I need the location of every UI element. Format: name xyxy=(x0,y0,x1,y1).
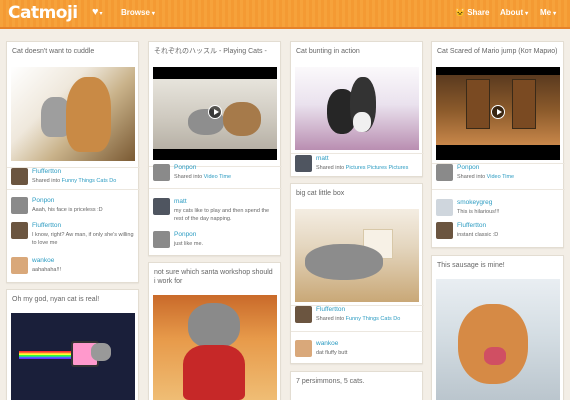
post-image[interactable] xyxy=(436,279,560,400)
chevron-down-icon: ▾ xyxy=(525,11,529,17)
divider xyxy=(432,189,565,190)
video-thumbnail[interactable] xyxy=(436,67,560,160)
shared-into: Shared into Funny Things Cats Do xyxy=(316,316,401,322)
post-image[interactable] xyxy=(295,209,419,302)
username[interactable]: Fluffertton xyxy=(32,222,61,229)
shared-into: Shared into Pictures Pictures Pictures xyxy=(316,165,409,171)
chevron-down-icon: ▾ xyxy=(151,11,155,17)
avatar[interactable] xyxy=(11,197,28,214)
username[interactable]: Ponpon xyxy=(174,231,196,238)
username[interactable]: Ponpon xyxy=(32,197,54,204)
comment-text: aahahaha!!! xyxy=(32,267,62,273)
post-card[interactable]: Cat Scared of Mario jump (Кот Марио) Pon… xyxy=(431,41,565,248)
browse-menu[interactable]: Browse ▾ xyxy=(121,8,155,17)
post-image[interactable] xyxy=(11,313,135,400)
collection-link[interactable]: Video Time xyxy=(487,174,514,180)
post-card[interactable]: not sure which santa workshop should i w… xyxy=(148,262,281,400)
chevron-down-icon: ▾ xyxy=(99,11,103,17)
shared-into: Shared into Video Time xyxy=(457,174,515,180)
chevron-down-icon: ▾ xyxy=(553,11,557,17)
comment-text: This is hilarious!!! xyxy=(457,209,500,215)
post-image[interactable] xyxy=(295,67,419,150)
top-bar: Catmoji ♥▾ Browse ▾ 🐱 Share About ▾ Me ▾ xyxy=(0,0,570,29)
play-icon[interactable] xyxy=(208,105,222,119)
avatar[interactable] xyxy=(11,257,28,274)
comment-text: my cats like to play and then spend the … xyxy=(174,208,270,222)
browse-label: Browse xyxy=(121,8,150,17)
post-card[interactable]: 7 persimmons, 5 cats. xyxy=(290,371,423,400)
share-button[interactable]: 🐱 Share xyxy=(455,8,489,17)
share-label: Share xyxy=(467,8,490,17)
post-card[interactable]: Cat bunting in action matt Shared into P… xyxy=(290,41,424,177)
avatar[interactable] xyxy=(153,198,170,215)
post-title[interactable]: big cat little box xyxy=(291,184,422,198)
post-title[interactable]: Oh my god, nyan cat is real! xyxy=(7,290,138,304)
collection-link[interactable]: Funny Things Cats Do xyxy=(346,316,401,322)
avatar[interactable] xyxy=(436,164,453,181)
divider xyxy=(149,188,282,189)
comment-text: just like me. xyxy=(174,241,204,247)
avatar[interactable] xyxy=(436,199,453,216)
post-card[interactable]: Cat doesn't want to cuddle Fluffertton S… xyxy=(6,41,140,283)
logo[interactable]: Catmoji xyxy=(8,3,78,23)
post-card[interactable]: Oh my god, nyan cat is real! xyxy=(6,289,139,400)
username[interactable]: matt xyxy=(174,198,187,205)
avatar[interactable] xyxy=(295,155,312,172)
heart-icon: ♥ xyxy=(92,6,99,18)
comment-text: Aaah, his face is priceless :D xyxy=(32,207,103,213)
post-image[interactable] xyxy=(11,67,135,161)
divider xyxy=(291,331,424,332)
post-card[interactable]: big cat little box Fluffertton Shared in… xyxy=(290,183,424,364)
comment-text: dat fluffy butt xyxy=(316,350,348,356)
video-thumbnail[interactable] xyxy=(153,67,277,160)
post-title[interactable]: Cat Scared of Mario jump (Кот Марио) xyxy=(432,42,563,56)
avatar[interactable] xyxy=(11,168,28,185)
username[interactable]: smokeygreg xyxy=(457,199,492,206)
post-title[interactable]: 7 persimmons, 5 cats. xyxy=(291,372,422,386)
username[interactable]: Fluffertton xyxy=(457,222,486,229)
avatar[interactable] xyxy=(436,222,453,239)
avatar[interactable] xyxy=(153,164,170,181)
avatar[interactable] xyxy=(153,231,170,248)
divider xyxy=(291,153,424,154)
username[interactable]: Fluffertton xyxy=(316,306,345,313)
play-icon[interactable] xyxy=(491,105,505,119)
post-title[interactable]: not sure which santa workshop should i w… xyxy=(149,263,280,286)
about-label: About xyxy=(500,8,524,17)
username[interactable]: matt xyxy=(316,155,329,162)
username[interactable]: Ponpon xyxy=(457,164,479,171)
post-image[interactable] xyxy=(153,295,277,400)
heart-menu[interactable]: ♥▾ xyxy=(92,6,103,18)
post-title[interactable]: This sausage is mine! xyxy=(432,256,563,270)
shared-into: Shared into Funny Things Cats Do xyxy=(32,178,117,184)
post-title[interactable]: Cat doesn't want to cuddle xyxy=(7,42,138,56)
username[interactable]: wankoe xyxy=(316,340,338,347)
collection-link[interactable]: Funny Things Cats Do xyxy=(62,178,117,184)
comment-text: I know, right? Aw man, if only she's wil… xyxy=(32,232,134,246)
divider xyxy=(7,189,140,190)
post-card[interactable]: それぞれのハッスル - Playing Cats - Ponpon Shared… xyxy=(148,41,282,256)
username[interactable]: wankoe xyxy=(32,257,54,264)
about-menu[interactable]: About ▾ xyxy=(500,8,528,17)
me-menu[interactable]: Me ▾ xyxy=(540,8,556,17)
cat-icon: 🐱 xyxy=(455,8,465,17)
me-label: Me xyxy=(540,8,552,17)
collection-link[interactable]: Pictures Pictures Pictures xyxy=(346,165,409,171)
avatar[interactable] xyxy=(11,222,28,239)
avatar[interactable] xyxy=(295,306,312,323)
avatar[interactable] xyxy=(295,340,312,357)
username[interactable]: Ponpon xyxy=(174,164,196,171)
post-card[interactable]: This sausage is mine! xyxy=(431,255,564,400)
username[interactable]: Fluffertton xyxy=(32,168,61,175)
comment-text: instant classic :D xyxy=(457,232,499,238)
post-title[interactable]: Cat bunting in action xyxy=(291,42,422,56)
collection-link[interactable]: Video Time xyxy=(204,174,231,180)
post-title[interactable]: それぞれのハッスル - Playing Cats - xyxy=(149,42,280,56)
shared-into: Shared into Video Time xyxy=(174,174,232,180)
